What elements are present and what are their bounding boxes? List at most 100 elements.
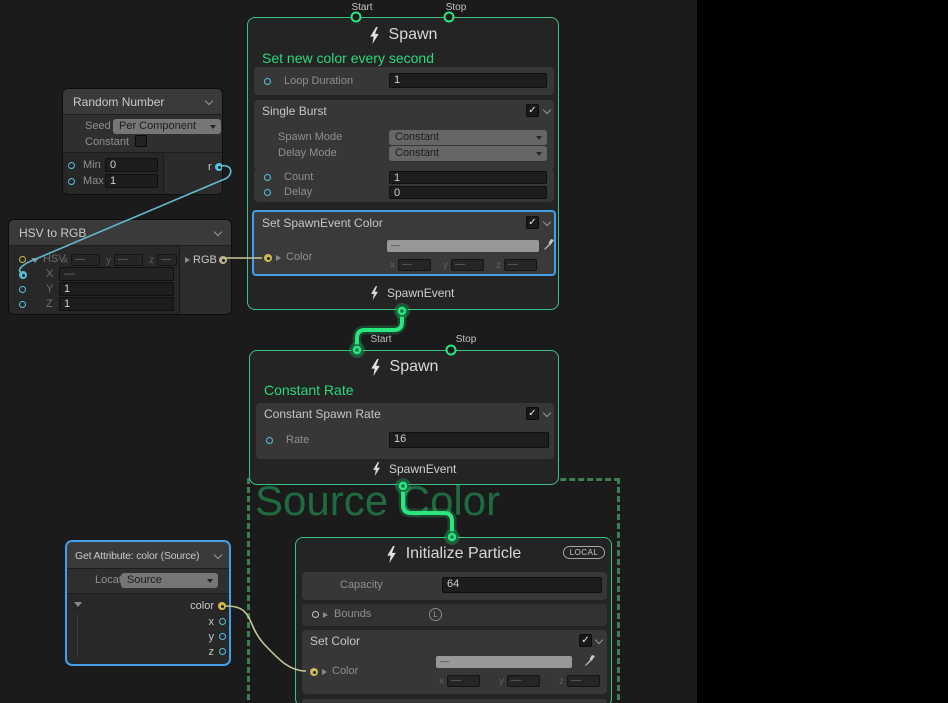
collapse-chevron-icon[interactable] bbox=[205, 97, 213, 105]
z-field[interactable]: 1 bbox=[59, 297, 174, 311]
hsv-z-minibox[interactable]: — bbox=[157, 254, 177, 266]
y-field[interactable]: 1 bbox=[59, 282, 174, 296]
collapse-chevron-icon[interactable] bbox=[214, 228, 222, 236]
spawn1-subtitle[interactable]: Set new color every second bbox=[262, 50, 434, 66]
single-burst-title: Single Burst bbox=[262, 104, 327, 118]
offscreen-black-area bbox=[697, 0, 948, 703]
x-input-port[interactable] bbox=[19, 271, 27, 279]
single-burst-checkbox[interactable]: ✓ bbox=[526, 104, 539, 117]
outputs-expand-triangle-icon[interactable] bbox=[74, 602, 82, 607]
lightning-icon bbox=[369, 27, 380, 44]
set-spawnevent-color-title: Set SpawnEvent Color bbox=[262, 216, 383, 230]
y-input-port[interactable] bbox=[19, 286, 26, 293]
node-get-attribute[interactable]: Get Attribute: color (Source) Location S… bbox=[65, 540, 231, 666]
y-output-label: y bbox=[192, 631, 214, 643]
capacity-panel: Capacity 64 bbox=[302, 572, 607, 600]
set-spawnevent-color-checkbox[interactable]: ✓ bbox=[526, 216, 539, 229]
constant-spawn-rate-block[interactable]: Constant Spawn Rate ✓ Rate 16 bbox=[256, 403, 554, 459]
hsv-y-minilabel: y bbox=[106, 255, 111, 266]
lightning-icon bbox=[370, 359, 381, 376]
color-swatch[interactable]: — bbox=[436, 656, 572, 668]
color-input-port[interactable] bbox=[264, 254, 272, 262]
spawn1-stop-label: Stop bbox=[446, 2, 467, 13]
set-color-chevron-icon[interactable] bbox=[595, 636, 603, 644]
x-minibox[interactable]: — bbox=[447, 675, 480, 687]
node-title: Random Number bbox=[73, 95, 164, 109]
color-output-port[interactable] bbox=[218, 602, 226, 610]
z-output-label: z bbox=[192, 646, 214, 658]
color-expand-triangle-icon[interactable] bbox=[276, 255, 281, 261]
hsv-x-minibox[interactable]: — bbox=[71, 254, 100, 266]
constant-checkbox[interactable] bbox=[135, 135, 147, 147]
bounds-port[interactable] bbox=[312, 611, 319, 618]
min-field[interactable]: 0 bbox=[105, 158, 158, 172]
rate-field[interactable]: 16 bbox=[389, 432, 549, 448]
spawn1-start-label: Start bbox=[351, 2, 372, 13]
bounds-label: Bounds bbox=[334, 608, 371, 620]
color-expand-triangle-icon[interactable] bbox=[322, 669, 327, 675]
color-input-port[interactable] bbox=[310, 668, 318, 676]
capacity-field[interactable]: 64 bbox=[442, 577, 602, 593]
hsv-y-minibox[interactable]: — bbox=[114, 254, 143, 266]
eyedropper-icon[interactable] bbox=[584, 655, 596, 667]
r-output-label: r bbox=[208, 161, 212, 173]
node-initialize-particle[interactable]: Initialize Particle LOCAL Capacity 64 Bo… bbox=[295, 537, 612, 703]
lightning-icon bbox=[386, 546, 397, 563]
collapse-chevron-icon[interactable] bbox=[214, 551, 222, 559]
local-badge[interactable]: LOCAL bbox=[563, 546, 605, 559]
graph-canvas[interactable]: Source Color Random Number Seed Per Comp… bbox=[0, 0, 948, 703]
spawn2-title-row: Spawn bbox=[250, 358, 558, 376]
rate-port[interactable] bbox=[266, 437, 273, 444]
max-field[interactable]: 1 bbox=[105, 174, 158, 188]
z-minibox[interactable]: — bbox=[567, 675, 600, 687]
node-random-number[interactable]: Random Number Seed Per Component Constan… bbox=[62, 88, 223, 195]
expand-triangle-icon[interactable] bbox=[31, 258, 39, 263]
x-field[interactable]: — bbox=[59, 267, 174, 281]
node-hsv-to-rgb[interactable]: HSV to RGB HSV x — y — z — X — Y 1 Z 1 R… bbox=[8, 219, 232, 315]
rgb-expand-triangle-icon[interactable] bbox=[185, 257, 190, 263]
y-minibox[interactable]: — bbox=[451, 259, 484, 271]
single-burst-chevron-icon[interactable] bbox=[543, 106, 551, 114]
loop-duration-panel: Loop Duration 1 bbox=[254, 67, 554, 95]
spawn-mode-dropdown[interactable]: Constant bbox=[389, 130, 547, 145]
constant-spawn-rate-checkbox[interactable]: ✓ bbox=[526, 407, 539, 420]
loop-duration-field[interactable]: 1 bbox=[389, 73, 547, 88]
max-port[interactable] bbox=[68, 178, 75, 185]
y-output-port[interactable] bbox=[219, 633, 226, 640]
x-output-port[interactable] bbox=[219, 618, 226, 625]
constant-spawn-rate-chevron-icon[interactable] bbox=[543, 409, 551, 417]
spawn2-subtitle[interactable]: Constant Rate bbox=[264, 382, 354, 398]
set-color-block[interactable]: Set Color ✓ Color — x — y — z — bbox=[302, 630, 607, 694]
location-dropdown[interactable]: Source bbox=[121, 573, 218, 588]
spawn-mode-label: Spawn Mode bbox=[278, 131, 342, 143]
loop-duration-port[interactable] bbox=[264, 78, 271, 85]
min-port[interactable] bbox=[68, 162, 75, 169]
z-minibox[interactable]: — bbox=[504, 259, 537, 271]
set-spawnevent-color-chevron-icon[interactable] bbox=[543, 218, 551, 226]
node-spawn-1[interactable]: Spawn Set new color every second Loop Du… bbox=[247, 17, 559, 310]
bounds-expand-triangle-icon[interactable] bbox=[323, 612, 328, 618]
count-field[interactable]: 1 bbox=[389, 171, 547, 184]
hsv-input-port[interactable] bbox=[19, 256, 26, 263]
z-row-label: Z bbox=[46, 298, 53, 310]
delay-label: Delay bbox=[284, 186, 312, 198]
color-swatch[interactable]: — bbox=[387, 240, 539, 252]
eyedropper-icon[interactable] bbox=[543, 239, 555, 251]
spawn1-title-row: Spawn bbox=[248, 26, 558, 44]
y-minibox[interactable]: — bbox=[507, 675, 540, 687]
delay-port[interactable] bbox=[264, 189, 271, 196]
hsv-titlebar: HSV to RGB bbox=[9, 220, 231, 246]
rgb-output-port[interactable] bbox=[219, 256, 227, 264]
x-minibox[interactable]: — bbox=[398, 259, 431, 271]
count-port[interactable] bbox=[264, 174, 271, 181]
delay-field[interactable]: 0 bbox=[389, 186, 547, 199]
set-spawnevent-color-block[interactable]: Set SpawnEvent Color ✓ Color — x — y — z… bbox=[252, 210, 556, 276]
seed-dropdown[interactable]: Per Component bbox=[113, 119, 221, 134]
node-spawn-2[interactable]: Spawn Constant Rate Constant Spawn Rate … bbox=[249, 350, 559, 485]
z-input-port[interactable] bbox=[19, 301, 26, 308]
z-output-port[interactable] bbox=[219, 648, 226, 655]
delay-mode-dropdown[interactable]: Constant bbox=[389, 146, 547, 161]
single-burst-block[interactable]: Single Burst ✓ Spawn Mode Constant Delay… bbox=[254, 100, 554, 170]
set-color-checkbox[interactable]: ✓ bbox=[579, 634, 592, 647]
r-output-port[interactable] bbox=[215, 163, 223, 171]
